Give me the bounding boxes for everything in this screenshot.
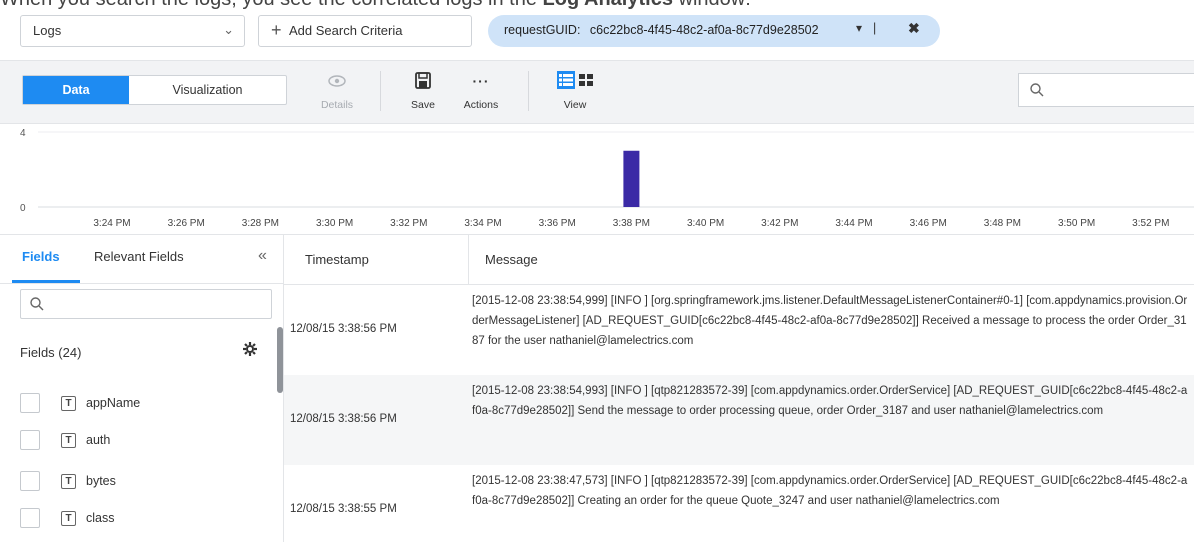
fields-panel: Fields Relevant Fields « Fields (24) T a… <box>0 234 284 542</box>
field-item: T appName <box>20 392 140 414</box>
x-tick-label: 3:32 PM <box>390 218 427 229</box>
actions-label: Actions <box>463 99 499 111</box>
x-tick-label: 3:30 PM <box>316 218 353 229</box>
column-header-timestamp[interactable]: Timestamp <box>305 252 369 267</box>
text-type-icon: T <box>61 432 76 448</box>
toolbar: Data Visualization Details Save ··· Acti… <box>0 60 1194 124</box>
row-message: [2015-12-08 23:38:47,573] [INFO ] [qtp82… <box>472 475 1188 507</box>
save-label: Save <box>411 99 435 111</box>
toolbar-divider <box>380 71 381 111</box>
field-checkbox[interactable] <box>20 393 40 413</box>
instruction-caption: When you search the logs, you see the co… <box>0 0 1194 10</box>
scrollbar[interactable] <box>277 327 283 393</box>
tab-fields[interactable]: Fields <box>22 249 60 264</box>
histogram-svg: 4 0 3:24 PM 3:26 PM 3:28 PM 3:30 PM 3:32 PM 3:3… <box>20 128 1194 229</box>
add-search-criteria-label: Add Search Criteria <box>289 23 403 38</box>
x-tick-label: 3:36 PM <box>539 218 576 229</box>
fields-tabs: Fields Relevant Fields « <box>0 235 283 284</box>
save-icon <box>393 69 453 93</box>
field-checkbox[interactable] <box>20 508 40 528</box>
field-checkbox[interactable] <box>20 430 40 450</box>
caption-bold-text: Log Analytics <box>543 0 673 10</box>
source-select-value: Logs <box>33 23 62 38</box>
x-tick-label: 3:52 PM <box>1132 218 1169 229</box>
gear-icon[interactable] <box>242 341 258 362</box>
view-toggle <box>557 71 595 89</box>
pill-divider: | <box>873 21 877 35</box>
active-tab-indicator <box>12 280 80 283</box>
criteria-key: requestGUID: <box>504 23 581 37</box>
text-type-icon: T <box>61 510 76 526</box>
x-tick-label: 3:28 PM <box>242 218 279 229</box>
toolbar-divider <box>528 71 529 111</box>
plus-icon: + <box>271 20 282 40</box>
details-label: Details <box>320 99 354 111</box>
add-search-criteria-button[interactable]: + Add Search Criteria <box>258 15 472 47</box>
text-type-icon: T <box>61 395 76 411</box>
histogram-bar <box>623 150 640 207</box>
close-icon[interactable]: ✖ <box>908 20 920 37</box>
save-button[interactable]: Save <box>393 69 453 111</box>
x-tick-label: 3:44 PM <box>835 218 872 229</box>
x-tick-label: 3:38 PM <box>613 218 650 229</box>
table-row[interactable]: 12/08/15 3:38:56 PM [2015-12-08 23:38:54… <box>284 375 1194 465</box>
x-tick-label: 3:48 PM <box>984 218 1021 229</box>
x-tick-label: 3:24 PM <box>93 218 130 229</box>
field-name[interactable]: bytes <box>86 474 116 488</box>
histogram-chart: 4 0 3:24 PM 3:26 PM 3:28 PM 3:30 PM 3:32 PM 3:3… <box>0 124 1194 234</box>
field-item: T bytes <box>20 470 116 492</box>
x-tick-label: 3:26 PM <box>168 218 205 229</box>
caret-down-icon[interactable]: ▾ <box>856 21 862 35</box>
source-select[interactable]: Logs ⌄ <box>20 15 245 47</box>
field-name[interactable]: class <box>86 511 114 525</box>
table-header: Timestamp Message <box>284 235 1194 285</box>
list-view-icon[interactable] <box>557 71 575 89</box>
tab-relevant-fields[interactable]: Relevant Fields <box>94 249 184 264</box>
field-search-input[interactable] <box>20 289 272 319</box>
data-tab-button[interactable]: Data <box>23 76 129 104</box>
field-item: T class <box>20 507 114 529</box>
row-timestamp: 12/08/15 3:38:56 PM <box>290 323 397 335</box>
x-tick-label: 3:46 PM <box>910 218 947 229</box>
eye-icon <box>307 69 367 93</box>
table-row[interactable]: 12/08/15 3:38:56 PM [2015-12-08 23:38:54… <box>284 285 1194 375</box>
table-row[interactable]: 12/08/15 3:38:55 PM [2015-12-08 23:38:47… <box>284 465 1194 542</box>
field-name[interactable]: appName <box>86 396 140 410</box>
more-icon: ··· <box>472 73 490 89</box>
field-checkbox[interactable] <box>20 471 40 491</box>
field-item: T auth <box>20 429 110 451</box>
field-name[interactable]: auth <box>86 433 110 447</box>
collapse-icon[interactable]: « <box>258 247 267 265</box>
y-tick-label: 0 <box>20 203 26 214</box>
criteria-value: c6c22bc8-4f45-48c2-af0a-8c77d9e28502 <box>589 23 819 37</box>
data-visualization-toggle: Data Visualization <box>22 75 287 105</box>
details-button[interactable]: Details <box>307 69 367 111</box>
y-tick-label: 4 <box>20 128 26 139</box>
text-type-icon: T <box>61 473 76 489</box>
row-message: [2015-12-08 23:38:54,993] [INFO ] [qtp82… <box>472 385 1188 417</box>
x-tick-label: 3:42 PM <box>761 218 798 229</box>
caption-text-end: window: <box>673 0 750 10</box>
actions-button[interactable]: ··· Actions <box>451 69 511 111</box>
search-input[interactable] <box>1018 73 1194 107</box>
view-label: View <box>563 99 587 111</box>
x-tick-label: 3:34 PM <box>464 218 501 229</box>
row-timestamp: 12/08/15 3:38:56 PM <box>290 413 397 425</box>
log-table: Timestamp Message 12/08/15 3:38:56 PM [2… <box>284 234 1194 542</box>
search-icon <box>29 296 45 317</box>
row-message: [2015-12-08 23:38:54,999] [INFO ] [org.s… <box>472 295 1188 347</box>
fields-count-header: Fields (24) <box>20 345 82 360</box>
caption-text: When you search the logs, you see the co… <box>0 0 543 10</box>
x-tick-label: 3:40 PM <box>687 218 724 229</box>
grid-view-icon[interactable] <box>577 71 595 89</box>
chevron-down-icon: ⌄ <box>223 22 234 37</box>
column-header-message[interactable]: Message <box>485 252 538 267</box>
row-timestamp: 12/08/15 3:38:55 PM <box>290 503 397 515</box>
visualization-tab-button[interactable]: Visualization <box>129 76 286 104</box>
column-divider[interactable] <box>468 235 469 285</box>
search-criteria-pill[interactable]: requestGUID: c6c22bc8-4f45-48c2-af0a-8c7… <box>488 15 940 47</box>
search-icon <box>1029 82 1045 103</box>
x-tick-label: 3:50 PM <box>1058 218 1095 229</box>
